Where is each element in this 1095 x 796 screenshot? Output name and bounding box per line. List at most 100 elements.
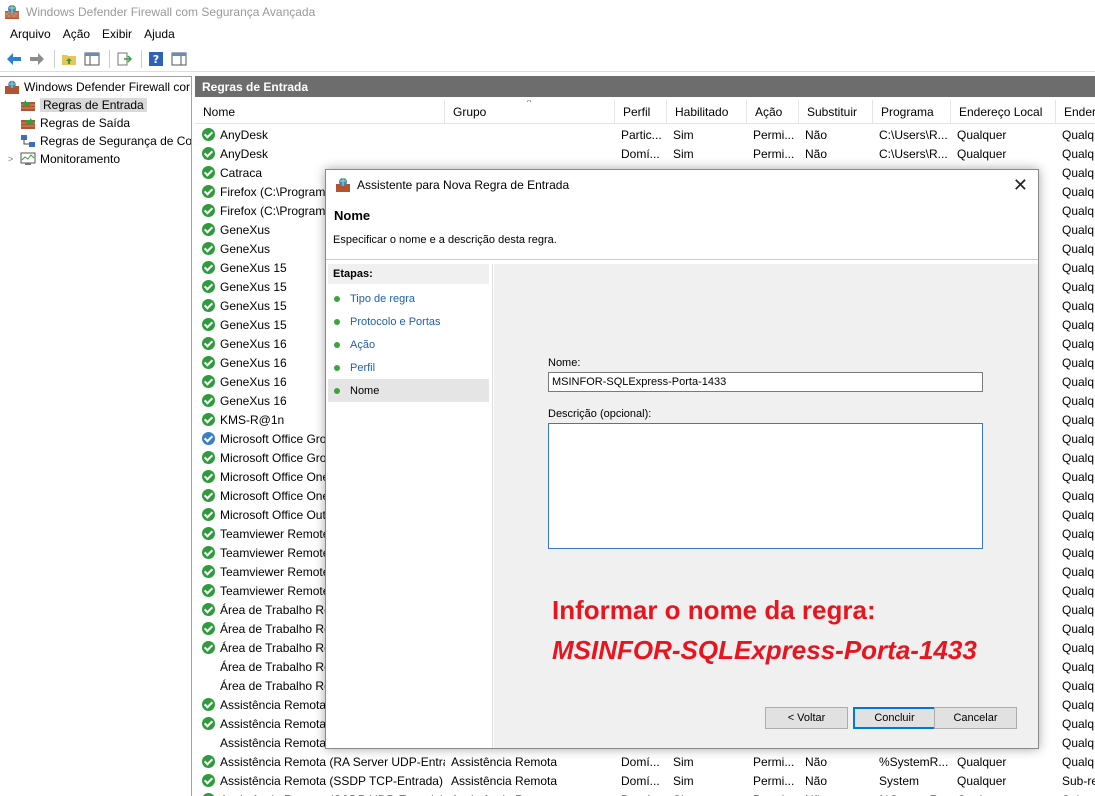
cell-text: Qualq — [1062, 374, 1095, 389]
cell-text: Sim — [673, 773, 694, 788]
close-icon[interactable]: ✕ — [1013, 175, 1028, 196]
column-headers: Nome Grupo ^ Perfil Habilitado Ação Subs… — [195, 100, 1095, 124]
step-status-dot-icon — [334, 387, 340, 394]
back-button[interactable]: < Voltar — [765, 707, 848, 729]
cell-text: Qualq — [1062, 507, 1095, 522]
rule-name-input[interactable] — [548, 372, 983, 392]
steps-panel: Etapas: Tipo de regra Protocolo e Portas… — [326, 264, 493, 748]
rule-enabled-icon — [202, 679, 215, 692]
column-header-acao[interactable]: Ação — [747, 100, 799, 124]
tree-item-outbound-rules[interactable]: Regras de Saída — [0, 114, 191, 132]
cell-text: Permi... — [753, 127, 795, 142]
finish-button[interactable]: Concluir — [853, 707, 936, 729]
rule-enabled-icon — [202, 546, 215, 559]
show-hide-action-pane-icon[interactable] — [169, 49, 189, 69]
table-cell: Qualq — [1056, 223, 1095, 237]
table-row[interactable]: AnyDesk Partic... Sim Permi... Não C:\Users\R… — [195, 125, 1095, 144]
show-hide-console-tree-icon[interactable] — [82, 49, 102, 69]
export-list-icon[interactable] — [114, 49, 134, 69]
table-cell: Qualq — [1056, 641, 1095, 655]
table-cell: Qualq — [1056, 546, 1095, 560]
menu-bar: Arquivo Ação Exibir Ajuda — [0, 24, 1095, 44]
monitoring-icon — [20, 152, 36, 166]
column-header-endereco-local[interactable]: Endereço Local — [951, 100, 1056, 124]
cell-text: Qualq — [1062, 184, 1095, 199]
rule-description-input[interactable] — [548, 423, 983, 549]
svg-text:?: ? — [153, 53, 159, 66]
cell-text: Assistência Remota — [220, 735, 327, 750]
table-cell: %SystemR... — [873, 755, 951, 769]
cell-text: Qualq — [1062, 336, 1095, 351]
column-header-habilitado[interactable]: Habilitado — [667, 100, 747, 124]
table-row[interactable]: Assistência Remota (SSDP TCP-Entrada) Ass… — [195, 771, 1095, 790]
cell-text: C:\Users\R... — [879, 127, 948, 142]
tree-item-inbound-rules[interactable]: Regras de Entrada — [0, 96, 191, 114]
cancel-button[interactable]: Cancelar — [934, 707, 1017, 729]
menu-exibir[interactable]: Exibir — [96, 27, 138, 41]
cell-text: Qualq — [1062, 678, 1095, 693]
column-header-nome[interactable]: Nome — [195, 100, 445, 124]
cell-text: Qualq — [1062, 545, 1095, 560]
rule-enabled-icon — [202, 489, 215, 502]
cell-text: Qualq — [1062, 564, 1095, 579]
up-folder-icon[interactable] — [59, 49, 79, 69]
column-header-programa[interactable]: Programa — [873, 100, 951, 124]
cell-text: Teamviewer Remote — [220, 526, 330, 541]
cell-text: Qualq — [1062, 659, 1095, 674]
column-header-endereco-remoto[interactable]: Ender — [1056, 100, 1095, 124]
cell-text: Qualq — [1062, 450, 1095, 465]
column-header-perfil[interactable]: Perfil — [615, 100, 667, 124]
rule-enabled-icon — [202, 660, 215, 673]
rule-enabled-icon — [202, 394, 215, 407]
column-header-grupo[interactable]: Grupo ^ — [445, 100, 615, 124]
table-cell: AnyDesk — [195, 147, 445, 161]
table-cell: Qualq — [1056, 261, 1095, 275]
table-row[interactable]: Assistência Remota (RA Server UDP-Entra.… — [195, 752, 1095, 771]
cell-text: Não — [805, 754, 828, 769]
console-tree: Windows Defender Firewall cor Regras de … — [0, 76, 192, 796]
cell-text: Qualq — [1062, 165, 1095, 180]
table-cell: Qualq — [1056, 508, 1095, 522]
column-header-substituir[interactable]: Substituir — [799, 100, 873, 124]
menu-arquivo[interactable]: Arquivo — [4, 27, 57, 41]
rule-enabled-icon — [202, 432, 215, 445]
firewall-icon — [4, 80, 20, 94]
table-row[interactable]: Assistência Remota (SSDP UDP-Entrada) Ass… — [195, 790, 1095, 796]
step-protocolo-e-portas[interactable]: Protocolo e Portas — [328, 310, 489, 333]
step-perfil[interactable]: Perfil — [328, 356, 489, 379]
cell-text: Domí... — [621, 773, 660, 788]
tree-item-connection-security-rules[interactable]: Regras de Segurança de Co — [0, 132, 191, 150]
cell-text: KMS-R@1n — [220, 412, 285, 427]
rule-enabled-icon — [202, 451, 215, 464]
cell-text: GeneXus 16 — [220, 374, 287, 389]
back-arrow-icon[interactable] — [4, 49, 24, 69]
menu-acao[interactable]: Ação — [57, 27, 96, 41]
step-tipo-de-regra[interactable]: Tipo de regra — [328, 287, 489, 310]
table-cell: Qualq — [1056, 660, 1095, 674]
cell-text: GeneXus 15 — [220, 317, 287, 332]
step-status-dot-icon — [334, 341, 340, 348]
cell-text: Assistência Remota (SSDP TCP-Entrada) — [220, 773, 443, 788]
table-cell: Qualq — [1056, 413, 1095, 427]
menu-ajuda[interactable]: Ajuda — [138, 27, 181, 41]
chevron-right-icon[interactable]: > — [8, 154, 18, 164]
step-acao[interactable]: Ação — [328, 333, 489, 356]
table-cell: Domí... — [615, 147, 667, 161]
table-cell: Qualq — [1056, 432, 1095, 446]
table-cell: Assistência Remota — [445, 793, 615, 796]
tree-root-firewall[interactable]: Windows Defender Firewall cor — [0, 78, 191, 96]
forward-arrow-icon[interactable] — [27, 49, 47, 69]
table-cell: Sim — [667, 774, 747, 788]
steps-title: Etapas: — [328, 264, 489, 284]
cell-text: Teamviewer Remote — [220, 564, 330, 579]
rule-enabled-icon — [202, 527, 215, 540]
rule-enabled-icon — [202, 299, 215, 312]
rule-enabled-icon — [202, 717, 215, 730]
cell-text: Qualq — [1062, 260, 1095, 275]
cell-text: Qualq — [1062, 279, 1095, 294]
cell-text: Permi... — [753, 146, 795, 161]
tree-item-monitoring[interactable]: > Monitoramento — [0, 150, 191, 168]
step-nome[interactable]: Nome — [328, 379, 489, 402]
help-icon[interactable]: ? — [146, 49, 166, 69]
table-row[interactable]: AnyDesk Domí... Sim Permi... Não C:\Users\R..… — [195, 144, 1095, 163]
